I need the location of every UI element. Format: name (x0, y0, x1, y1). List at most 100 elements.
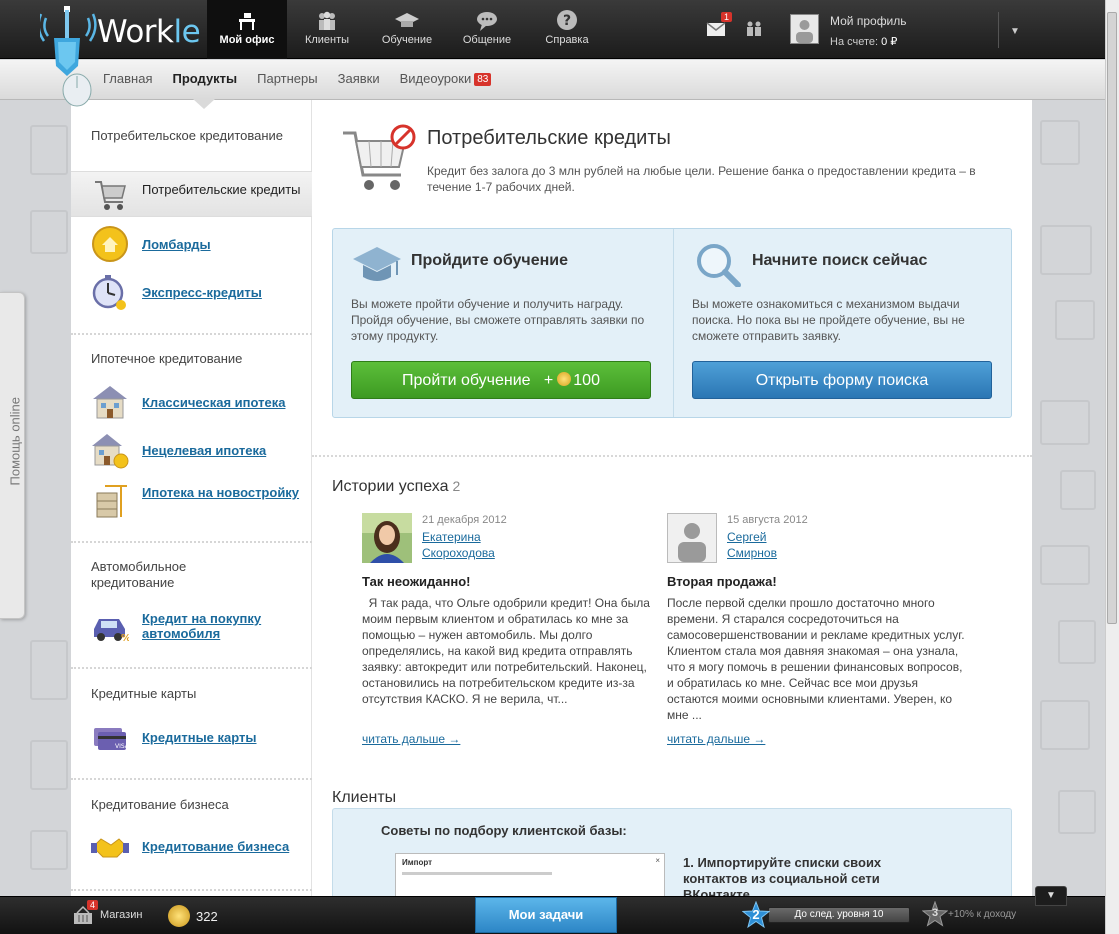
read-more-link[interactable]: читать дальше → (362, 732, 460, 746)
sidebar-divider (71, 778, 312, 780)
sidebar-item-classic-mortgage[interactable]: Классическая ипотека (71, 379, 312, 425)
story-author-link[interactable]: Сергей Смирнов (727, 529, 777, 561)
profile-avatar[interactable] (790, 14, 819, 44)
story-author-link[interactable]: Екатерина Скороходова (422, 529, 495, 561)
chevron-down-icon[interactable]: ▼ (1010, 26, 1020, 37)
sidebar-section-title: Автомобильное кредитование (91, 559, 187, 590)
nav-communication[interactable]: Общение (447, 0, 527, 59)
content-divider (312, 455, 1032, 457)
promo-learn: Пройдите обучение Вы можете пройти обуче… (333, 229, 673, 417)
nav-clients[interactable]: Клиенты (287, 0, 367, 59)
construction-icon (91, 481, 129, 519)
stories-title-text: Истории успеха (332, 478, 449, 495)
handshake-icon (91, 827, 129, 865)
sidebar-divider (71, 889, 312, 891)
sidebar-item-label: Ломбарды (142, 237, 211, 252)
sidebar-item-express-credits[interactable]: Экспресс-кредиты (71, 269, 312, 315)
nav-learning[interactable]: Обучение (367, 0, 447, 59)
currency-sign: ₽ (890, 36, 898, 48)
sidebar-item-label: Кредитные карты (142, 730, 257, 745)
clients-tips-title: Советы по подбору клиентской базы: (381, 823, 627, 838)
my-tasks-button[interactable]: Мои задачи (475, 897, 617, 933)
story-author-photo[interactable] (667, 513, 717, 563)
reward-amount: 100 (573, 372, 600, 389)
workle-logo[interactable]: Workle (37, 4, 210, 110)
close-icon: × (655, 856, 660, 865)
subnav-applications[interactable]: Заявки (338, 71, 380, 86)
promo-panel: Пройдите обучение Вы можете пройти обуче… (332, 228, 1012, 418)
story-body: После первой сделки прошло достаточно мн… (667, 596, 965, 722)
car-icon: % (91, 607, 131, 645)
collapse-bar-button[interactable]: ▼ (1035, 886, 1067, 906)
sidebar-item-label: Ипотека на новостройку (142, 485, 300, 500)
nav-my-office-label: Мой офис (219, 34, 275, 46)
sidebar-item-pawnshops[interactable]: Ломбарды (71, 221, 312, 267)
story-date: 15 августа 2012 (727, 514, 808, 526)
clients-title: Клиенты (332, 789, 397, 806)
stopwatch-icon (91, 273, 129, 311)
promo-learn-title: Пройдите обучение (411, 252, 568, 269)
help-online-label: Помощь online (7, 396, 23, 486)
sidebar-section-title: Ипотечное кредитование (91, 351, 243, 366)
sidebar-item-new-building-mortgage[interactable]: Ипотека на новостройку (71, 477, 312, 523)
nav-communication-label: Общение (462, 34, 512, 46)
reward-prefix: + (543, 372, 554, 389)
read-more-link[interactable]: читать дальше → (667, 732, 765, 746)
story-author-photo[interactable] (362, 513, 412, 563)
main-container: Потребительское кредитование Потребитель… (71, 100, 1032, 909)
magnifier-icon (692, 241, 744, 288)
sidebar-item-label: Экспресс-кредиты (142, 285, 262, 300)
credit-card-icon: VISA (91, 718, 130, 756)
sidebar-item-label: Кредит на покупку автомобиля (142, 611, 262, 641)
story-headline: Вторая продажа! (667, 574, 777, 589)
shop-badge: 4 (87, 900, 99, 910)
sidebar-section-title: Кредитные карты (91, 686, 197, 701)
subnav-videos[interactable]: Видеоуроки 83 (400, 71, 492, 86)
balance-value: 0 (881, 36, 888, 48)
sidebar-item-label: Классическая ипотека (142, 395, 286, 410)
top-icons: 1 (706, 12, 766, 38)
sidebar-item-label: Нецелевая ипотека (142, 443, 267, 458)
videos-count-badge: 83 (474, 73, 492, 86)
content-area: Потребительские кредиты Кредит без залог… (312, 100, 1032, 909)
scrollbar-thumb[interactable] (1107, 12, 1117, 624)
sidebar-item-non-target-mortgage[interactable]: Нецелевая ипотека (71, 427, 312, 473)
screenshot-title: Импорт (402, 858, 433, 867)
next-level-bonus: +10% к доходу (948, 909, 1017, 920)
profile-name[interactable]: Мой профиль (830, 14, 907, 28)
basket-icon: 4 (72, 900, 99, 925)
shop-label: Магазин (100, 909, 143, 921)
sidebar-item-consumer-credits[interactable]: Потребительские кредиты (71, 171, 312, 217)
profile-menu[interactable]: Мой профиль На счете: 0 ₽ (790, 14, 1000, 48)
coins-balance[interactable]: 322 (168, 905, 218, 927)
help-online-tab[interactable]: Помощь online (0, 292, 25, 619)
start-learning-button[interactable]: Пройти обучение +100 (351, 361, 651, 399)
friends-icon[interactable] (744, 18, 766, 38)
logo-wordmark: Workle (97, 14, 201, 50)
star-icon: 2 (741, 900, 771, 929)
sidebar-divider (71, 667, 312, 669)
sidebar-section-title: Потребительское кредитование (91, 128, 284, 143)
sidebar-item-credit-cards[interactable]: VISA Кредитные карты (71, 714, 312, 760)
promo-search-text: Вы можете ознакомиться с механизмом выда… (692, 297, 965, 343)
nav-my-office[interactable]: Мой офис (207, 0, 287, 59)
start-learning-label: Пройти обучение (402, 372, 531, 389)
subnav-partners[interactable]: Партнеры (257, 71, 317, 86)
product-sidebar: Потребительское кредитование Потребитель… (71, 100, 312, 900)
mail-icon[interactable]: 1 (706, 12, 733, 38)
next-level-number: 3 (931, 907, 939, 919)
nav-help[interactable]: ? Справка (527, 0, 607, 59)
svg-text:?: ? (563, 13, 571, 29)
graduation-cap-icon (351, 241, 403, 287)
clients-tips-panel: Советы по подбору клиентской базы: Импор… (332, 808, 1012, 909)
open-search-form-button[interactable]: Открыть форму поиска (692, 361, 992, 399)
help-icon: ? (527, 8, 607, 34)
level-progress[interactable]: До след. уровня 10 2 (741, 900, 917, 929)
shopping-cart-no-icon (339, 123, 419, 203)
svg-text:VISA: VISA (115, 743, 129, 750)
nav-learning-label: Обучение (381, 34, 433, 46)
nav-help-label: Справка (545, 34, 589, 46)
sidebar-item-car-loan[interactable]: % Кредит на покупку автомобиля (71, 603, 312, 649)
shop-button[interactable]: 4 Магазин (72, 900, 143, 925)
sidebar-item-business-credit[interactable]: Кредитование бизнеса (71, 823, 312, 869)
